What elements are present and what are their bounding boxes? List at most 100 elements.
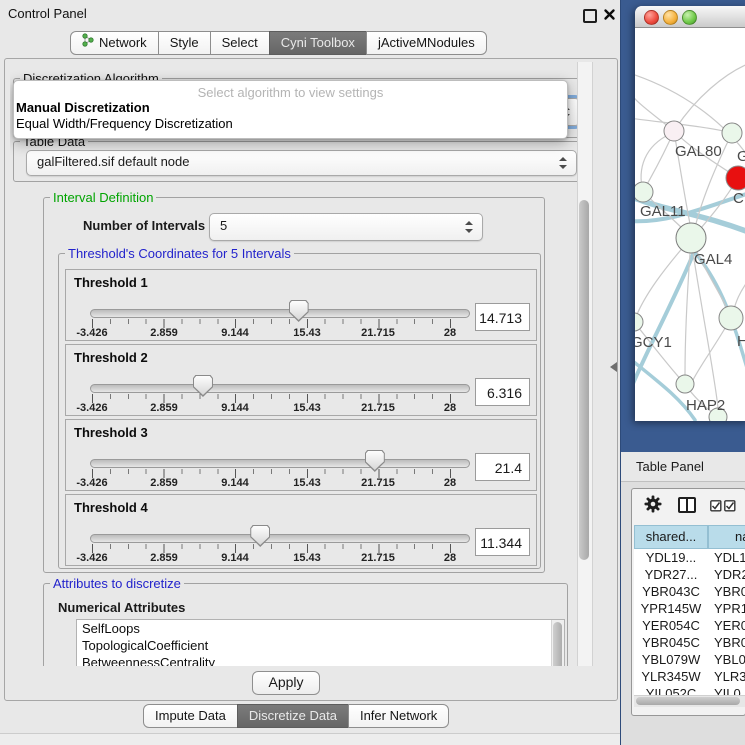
panel-scrollbar-thumb[interactable] [579, 200, 589, 560]
threshold-2-value-field[interactable]: 6.316 [475, 378, 530, 406]
list-item-topologicalcoefficient[interactable]: TopologicalCoefficient [77, 637, 564, 654]
column-layout-icon[interactable] [678, 497, 696, 513]
table-scrollbar-thumb[interactable] [636, 697, 740, 705]
tab-impute-data[interactable]: Impute Data [143, 704, 238, 728]
node-label-ga: GA [737, 148, 745, 165]
traffic-light-zoom[interactable] [682, 10, 697, 25]
node-gal4[interactable] [676, 223, 706, 253]
node-ga-partial[interactable] [722, 123, 742, 143]
tick-label: -3.426 [67, 552, 117, 564]
table-row[interactable]: YBR043CYBR0 [634, 583, 745, 600]
table-row[interactable]: YPR145WYPR1 [634, 600, 745, 617]
table-body: YDL19...YDL1 YDR27...YDR2 YBR043CYBR0 YP… [634, 549, 745, 695]
node-gcy1[interactable] [635, 313, 643, 331]
table-row[interactable]: YBL079WYBL0 [634, 651, 745, 668]
table-panel-title: Table Panel [636, 459, 704, 474]
interval-definition-group: Interval Definition Number of Intervals … [43, 197, 545, 573]
node-red-selected[interactable] [726, 166, 745, 190]
tick-label: 21.715 [353, 327, 403, 339]
threshold-1-slider[interactable] [90, 309, 470, 318]
select-columns-checkbox-icon[interactable] [710, 499, 722, 517]
numerical-attributes-list: SelfLoops TopologicalCoefficient Between… [76, 619, 565, 666]
tab-network[interactable]: Network [70, 31, 159, 55]
tick-label: 28 [425, 327, 475, 339]
threshold-1-value-field[interactable]: 14.713 [475, 303, 530, 331]
number-of-intervals-label: Number of Intervals [83, 218, 205, 233]
network-graph: GAL80 GA C GAL11 GAL4 GCY1 H HAP2 [635, 28, 745, 421]
network-window-titlebar[interactable] [635, 6, 745, 28]
tick-label: 21.715 [353, 552, 403, 564]
node-hap2[interactable] [676, 375, 694, 393]
list-item-betweennesscentrality[interactable]: BetweennessCentrality [77, 654, 564, 666]
node-label-gal4: GAL4 [694, 251, 732, 268]
desktop-area: GAL80 GA C GAL11 GAL4 GCY1 H HAP2 Table … [620, 0, 745, 745]
node-gal80[interactable] [664, 121, 684, 141]
node-h-partial[interactable] [719, 306, 743, 330]
node-label-gal80: GAL80 [675, 143, 722, 160]
select-rows-checkbox-icon[interactable] [724, 499, 736, 517]
tab-infer-network[interactable]: Infer Network [348, 704, 449, 728]
threshold-3-value-field[interactable]: 21.4 [475, 453, 530, 481]
tick-label: 28 [425, 552, 475, 564]
threshold-1-row: Threshold 1 -3.426 2.859 9.144 15.43 21.… [65, 269, 537, 341]
number-of-intervals-combo[interactable]: 5 [209, 213, 483, 241]
popup-option-equal-width-frequency[interactable]: Equal Width/Frequency Discretization [14, 116, 567, 132]
bottom-tab-bar: Impute Data Discretize Data Infer Networ… [143, 704, 449, 728]
tick-label: 2.859 [139, 477, 189, 489]
threshold-3-slider[interactable] [90, 459, 470, 468]
list-vertical-scrollbar[interactable] [551, 620, 564, 666]
tick-label: 9.144 [210, 477, 260, 489]
tick-label: 15.43 [282, 327, 332, 339]
node-gal11[interactable] [635, 182, 653, 202]
tab-network-label: Network [99, 32, 147, 54]
list-scrollbar-thumb[interactable] [553, 622, 562, 666]
tick-label: 15.43 [282, 552, 332, 564]
close-icon[interactable] [603, 8, 616, 26]
settings-gear-icon[interactable] [644, 495, 662, 518]
tick-label: 9.144 [210, 327, 260, 339]
table-row[interactable]: YDL19...YDL1 [634, 549, 745, 566]
column-header-shared-name[interactable]: shared... [634, 525, 708, 549]
list-item-selfloops[interactable]: SelfLoops [77, 620, 564, 637]
status-strip [0, 734, 620, 745]
tab-discretize-data[interactable]: Discretize Data [237, 704, 349, 728]
tick-label: 2.859 [139, 327, 189, 339]
tab-style[interactable]: Style [158, 31, 211, 55]
splitter-handle-icon[interactable] [610, 362, 617, 372]
tick-label: -3.426 [67, 477, 117, 489]
panel-title: Control Panel [8, 6, 87, 21]
tick-label: 15.43 [282, 402, 332, 414]
apply-button[interactable]: Apply [252, 671, 320, 695]
popup-option-manual-discretization[interactable]: Manual Discretization [14, 100, 567, 116]
threshold-4-value-field[interactable]: 11.344 [475, 528, 530, 556]
column-header-name[interactable]: na [708, 525, 745, 549]
network-canvas[interactable]: GAL80 GA C GAL11 GAL4 GCY1 H HAP2 [635, 28, 745, 421]
tick-label: 28 [425, 402, 475, 414]
node-label-c: C [733, 190, 744, 207]
tick-label: 28 [425, 477, 475, 489]
table-horizontal-scrollbar[interactable] [634, 695, 745, 707]
network-view-window[interactable]: GAL80 GA C GAL11 GAL4 GCY1 H HAP2 [635, 6, 745, 421]
attributes-title: Attributes to discretize [50, 576, 184, 591]
traffic-light-minimize[interactable] [663, 10, 678, 25]
tab-select[interactable]: Select [210, 31, 270, 55]
table-row[interactable]: YIL052CYIL0 [634, 685, 745, 695]
threshold-3-label: Threshold 3 [74, 425, 148, 440]
tab-cyni-toolbox[interactable]: Cyni Toolbox [269, 31, 367, 55]
threshold-4-slider[interactable] [90, 534, 470, 543]
table-row[interactable]: YBR045CYBR0 [634, 634, 745, 651]
table-row[interactable]: YLR345WYLR3 [634, 668, 745, 685]
combo-stepper-icon [465, 221, 473, 233]
threshold-2-label: Threshold 2 [74, 350, 148, 365]
traffic-light-close[interactable] [644, 10, 659, 25]
thresholds-title: Threshold's Coordinates for 5 Intervals [65, 246, 294, 261]
table-data-combo[interactable]: galFiltered.sif default node [26, 150, 577, 176]
table-row[interactable]: YDR27...YDR2 [634, 566, 745, 583]
table-data-combo-value: galFiltered.sif default node [37, 151, 189, 173]
threshold-1-label: Threshold 1 [74, 275, 148, 290]
table-row[interactable]: YER054CYER0 [634, 617, 745, 634]
threshold-4-row: Threshold 4 -3.426 2.859 9.144 15.43 21.… [65, 494, 537, 566]
tab-jactivemnodules[interactable]: jActiveMNodules [366, 31, 487, 55]
threshold-2-slider[interactable] [90, 384, 470, 393]
float-window-icon[interactable] [583, 9, 597, 23]
